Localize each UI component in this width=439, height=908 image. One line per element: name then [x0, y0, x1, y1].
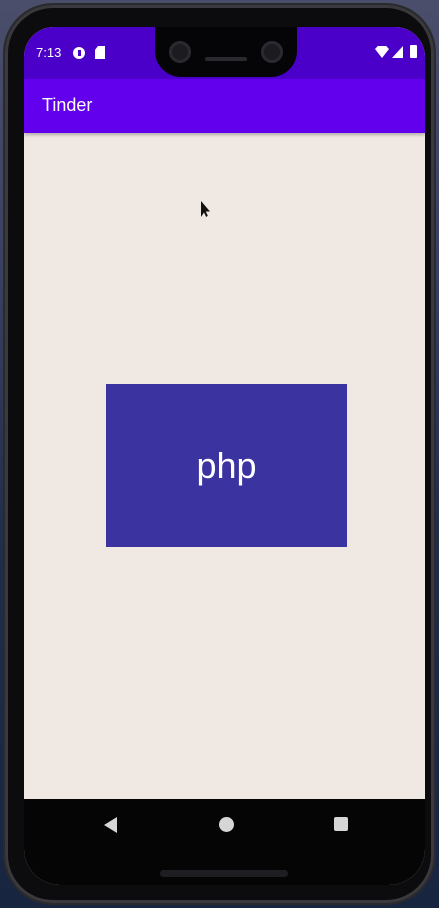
- battery-icon: [410, 45, 417, 58]
- home-icon[interactable]: [219, 817, 234, 832]
- app-bar: Tinder: [24, 79, 425, 133]
- recents-icon[interactable]: [334, 817, 348, 831]
- camera-notch: [155, 27, 297, 77]
- app-title: Tinder: [42, 95, 93, 115]
- phone-frame: 7:13 Tinder php: [5, 5, 434, 903]
- mouse-cursor-icon: [201, 201, 210, 217]
- front-camera-icon: [261, 41, 283, 63]
- cell-signal-icon: [392, 46, 403, 58]
- front-camera-icon: [169, 41, 191, 63]
- notification-icon: [73, 47, 85, 59]
- wifi-icon: [375, 46, 389, 58]
- bottom-speaker: [160, 870, 288, 877]
- phone-screen: 7:13 Tinder php: [24, 27, 425, 885]
- earpiece-speaker: [205, 57, 247, 61]
- status-time: 7:13: [36, 45, 62, 60]
- card-label: php: [196, 444, 257, 486]
- back-icon[interactable]: [104, 817, 117, 833]
- sd-card-icon: [95, 46, 105, 59]
- swipe-card[interactable]: php: [106, 384, 347, 547]
